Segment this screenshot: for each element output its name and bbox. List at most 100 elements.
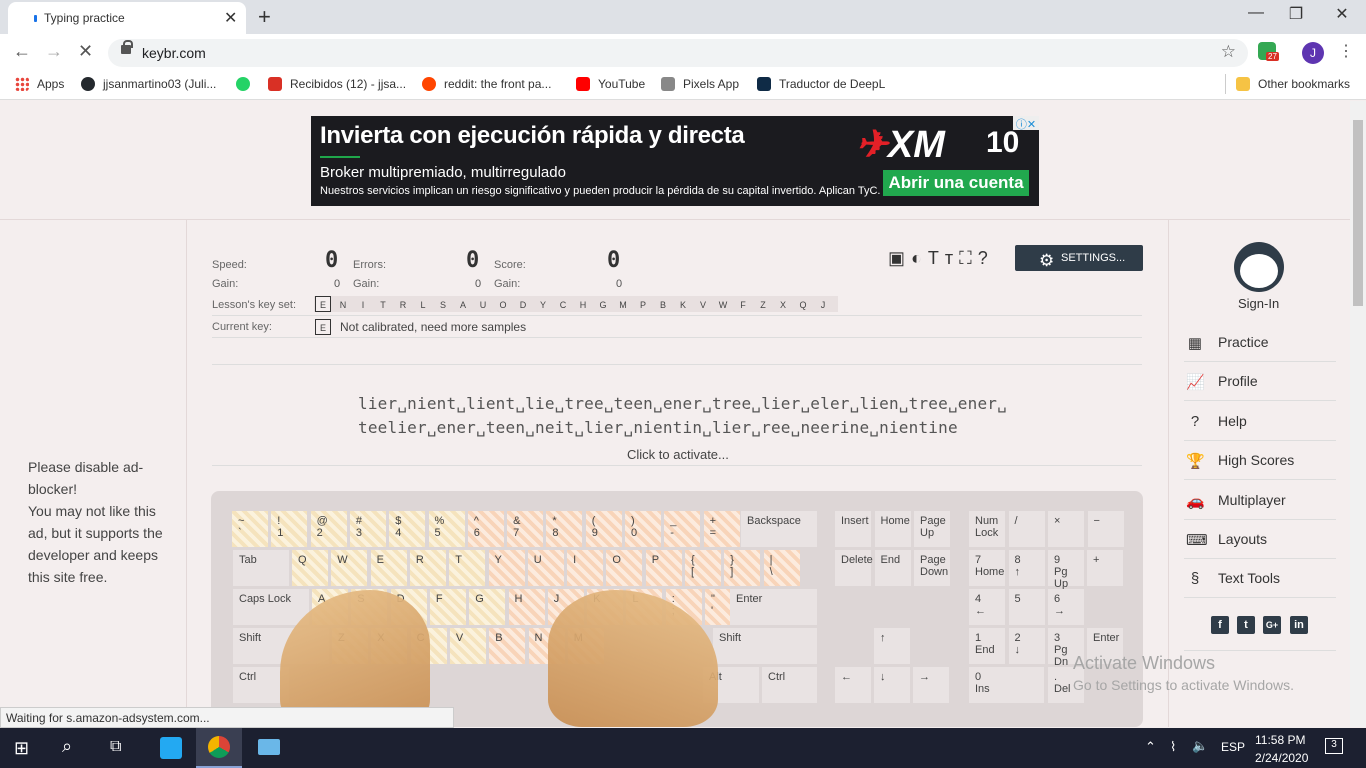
bookmark-pixels[interactable]: Pixels App [661, 77, 739, 91]
gain-label: Gain: [353, 278, 380, 290]
theme-icon[interactable]: ◐ [911, 248, 928, 268]
bookmark-star-icon[interactable]: ☆ [1221, 42, 1236, 62]
keyset-key: S [439, 300, 446, 310]
speed-label: Speed: [212, 259, 247, 271]
clock-time[interactable]: 11:58 PM [1255, 733, 1305, 747]
bookmark-reddit[interactable]: reddit: the front pa... [422, 77, 551, 91]
ad-cta-button[interactable]: Abrir una cuenta [883, 170, 1029, 196]
tray-chevron-icon[interactable]: ⌃ [1145, 739, 1156, 768]
click-to-activate[interactable]: Click to activate... [627, 447, 729, 462]
language-indicator[interactable]: ESP [1221, 740, 1245, 768]
help-icon[interactable]: ? [978, 248, 994, 268]
app-window-icon[interactable] [258, 739, 280, 755]
nav-item-help[interactable]: ? Help [1184, 402, 1336, 441]
key-6: ^ 6 [467, 511, 504, 547]
loading-icon [34, 15, 37, 22]
lesson-top-divider [212, 364, 1142, 365]
network-icon[interactable]: ⌇ [1170, 739, 1176, 768]
nav-icon: § [1190, 570, 1200, 588]
key-0: ) 0 [625, 511, 661, 547]
key-nav: Insert [835, 511, 871, 547]
score-label: Score: [494, 259, 526, 271]
keyset-key: Q [799, 300, 807, 310]
key-3: #3 [349, 511, 386, 547]
bookmark-youtube[interactable]: YouTube [576, 77, 645, 91]
ad-logo: ✈XM [856, 124, 945, 166]
keyset-key: W [718, 300, 728, 310]
pixels-icon [661, 77, 675, 91]
kebab-menu-icon[interactable]: ⋮ [1338, 41, 1354, 61]
lock-icon [121, 40, 133, 54]
nav-item-high-scores[interactable]: 🏆 High Scores [1184, 441, 1336, 481]
key-`: ~ ` [232, 511, 268, 547]
activate-windows-subtitle: Go to Settings to activate Windows. [1073, 677, 1294, 693]
address-bar[interactable]: keybr.com ☆ [108, 39, 1248, 67]
fullscreen-icon[interactable]: ⛶ [959, 248, 978, 268]
search-icon[interactable]: ⌕ [62, 736, 72, 768]
keyset-key: L [420, 300, 426, 310]
header-divider [0, 219, 1350, 220]
facebook-icon[interactable]: f [1211, 616, 1229, 634]
user-face-icon[interactable] [1234, 242, 1284, 292]
browser-tab[interactable]: Typing practice ✕ [8, 2, 246, 34]
google-plus-icon[interactable]: G+ [1263, 616, 1281, 634]
bookmark-deepl[interactable]: Traductor de DeepL [757, 77, 885, 91]
twitter-icon[interactable]: t [1237, 616, 1255, 634]
speed-gain-value: 0 [334, 278, 341, 290]
chrome-taskbar-button[interactable] [196, 728, 242, 768]
close-window-button[interactable]: ✕ [1322, 4, 1362, 24]
task-view-icon[interactable]: ⧉ [110, 738, 121, 768]
nav-label: High Scores [1218, 452, 1295, 469]
nav-icon: 🏆 [1186, 453, 1205, 471]
settings-button[interactable]: ⚙ SETTINGS... [1015, 245, 1143, 271]
bookmark-apps[interactable]: Apps [15, 77, 64, 91]
chrome-icon [208, 736, 230, 758]
keyset-key: A [459, 300, 466, 310]
clock-date[interactable]: 2/24/2020 [1255, 751, 1308, 765]
nav-label: Help [1218, 412, 1247, 429]
other-bookmarks[interactable]: Other bookmarks [1236, 77, 1350, 91]
key-B: B [489, 628, 526, 664]
ad-banner[interactable]: Invierta con ejecución rápida y directa … [311, 116, 1039, 206]
folder-icon [1236, 77, 1250, 91]
maximize-button[interactable]: ❐ [1276, 4, 1316, 24]
ad-close-icon[interactable]: ⓘ✕ [1013, 116, 1039, 131]
stop-button[interactable]: ✕ [78, 41, 93, 62]
bookmark-whatsapp[interactable] [236, 77, 258, 91]
close-tab-icon[interactable]: ✕ [224, 8, 237, 28]
profile-avatar[interactable]: J [1302, 42, 1324, 64]
linkedin-icon[interactable]: in [1290, 616, 1308, 634]
vscode-icon[interactable] [160, 737, 182, 759]
minimize-button[interactable]: — [1236, 4, 1276, 22]
back-button[interactable]: ← [13, 41, 31, 62]
errors-value: 0 [466, 248, 480, 273]
stats-divider [212, 315, 1142, 316]
signin-link[interactable]: Sign-In [1238, 296, 1279, 311]
scrollbar-thumb[interactable] [1353, 120, 1363, 306]
key-arrow-down: ↓ [874, 667, 910, 703]
volume-icon[interactable]: 🔈 [1192, 738, 1208, 768]
notification-center-icon[interactable]: 3 [1325, 738, 1343, 754]
lesson-text-line2[interactable]: teelier␣ener␣teen␣neit␣lier␣nientin␣lier… [358, 418, 958, 437]
lesson-text-line1[interactable]: lier␣nient␣lient␣lie␣tree␣teen␣ener␣tree… [358, 394, 1007, 413]
font-size-icon[interactable]: Tт [928, 248, 959, 268]
windows-start-icon[interactable]: ⊞ [14, 738, 29, 768]
nav-item-layouts[interactable]: ⌨ Layouts [1184, 520, 1336, 559]
nav-item-practice[interactable]: ▦ Practice [1184, 323, 1336, 362]
key-9: (9 [585, 511, 622, 547]
forward-button[interactable]: → [45, 41, 63, 62]
nav-item-text-tools[interactable]: § Text Tools [1184, 559, 1336, 599]
nav-item-profile[interactable]: 📈 Profile [1184, 362, 1336, 402]
key-tab: Tab [233, 550, 289, 586]
extension-icon[interactable]: 27 [1258, 42, 1279, 61]
nav-icon: ⌨ [1186, 532, 1208, 549]
keyset-key: Z [760, 300, 766, 310]
bookmark-github[interactable]: jjsanmartino03 (Juli... [81, 77, 216, 91]
new-tab-button[interactable]: + [258, 4, 271, 30]
nav-label: Profile [1218, 373, 1258, 390]
numpad-key: 1 End [969, 628, 1005, 664]
nav-item-multiplayer[interactable]: 🚗 Multiplayer [1184, 481, 1336, 520]
screen-icon[interactable]: ▣ [888, 248, 911, 268]
speed-value: 0 [325, 248, 339, 273]
bookmark-gmail[interactable]: Recibidos (12) - jjsa... [268, 77, 406, 91]
